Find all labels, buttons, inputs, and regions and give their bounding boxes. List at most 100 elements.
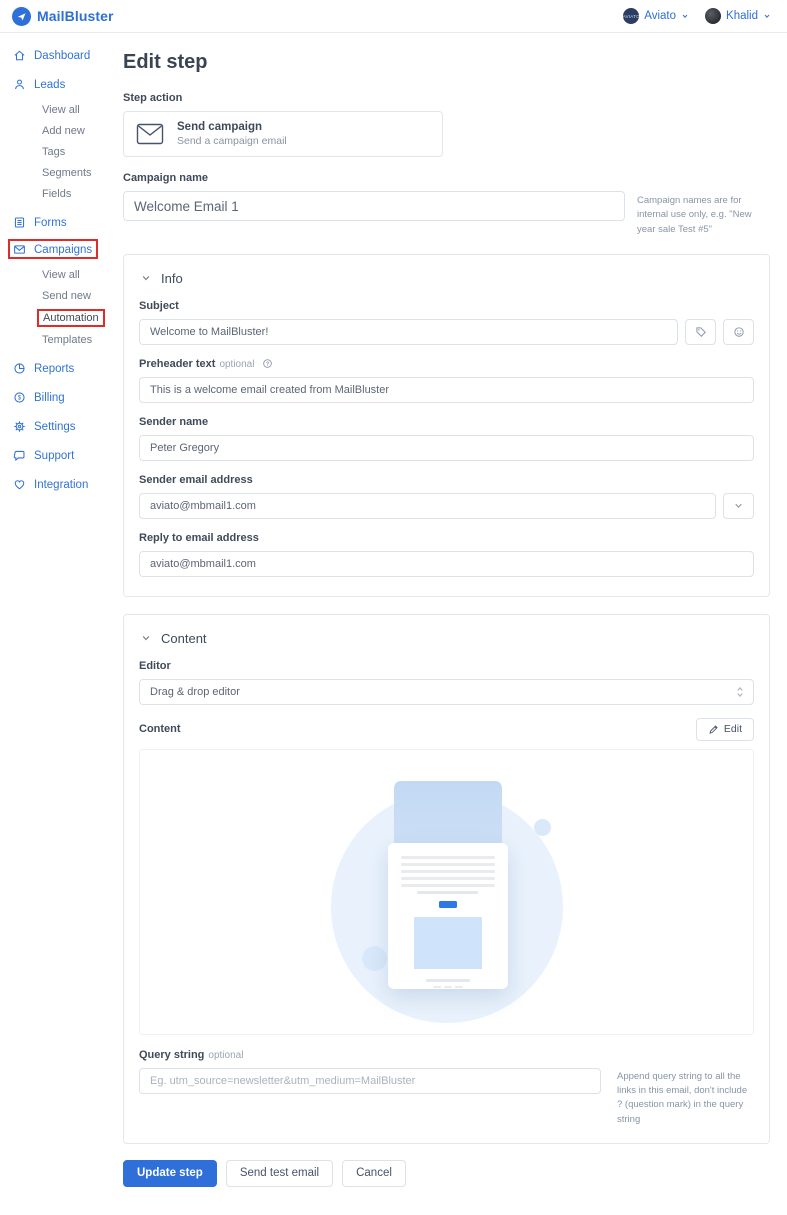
editor-selected-value: Drag & drop editor	[150, 686, 240, 698]
brand-logo[interactable]: MailBluster	[12, 7, 114, 26]
subject-label: Subject	[139, 300, 754, 312]
editor-label: Editor	[139, 660, 754, 672]
reply-to-label: Reply to email address	[139, 532, 754, 544]
envelope-icon	[13, 243, 26, 256]
home-icon	[13, 49, 26, 62]
sidebar-item-campaigns-send-new[interactable]: Send new	[42, 290, 123, 302]
smiley-icon	[733, 326, 745, 338]
header-menus: AVIATO Aviato Khalid	[623, 8, 771, 24]
merge-tag-button[interactable]	[685, 319, 716, 345]
step-action-label: Step action	[123, 92, 770, 104]
email-illustration	[307, 761, 587, 1023]
campaign-name-label: Campaign name	[123, 172, 770, 184]
send-test-email-button[interactable]: Send test email	[226, 1160, 333, 1187]
account-name: Aviato	[644, 10, 676, 22]
info-panel: Info Subject Preheader textoptional ?	[123, 254, 770, 597]
brand-name: MailBluster	[37, 8, 114, 24]
step-card-title: Send campaign	[177, 121, 287, 133]
sidebar-item-campaigns-automation[interactable]: Automation	[43, 312, 99, 324]
preheader-input[interactable]	[139, 377, 754, 403]
sidebar-item-leads[interactable]: Leads	[13, 78, 123, 91]
svg-text:$: $	[18, 395, 22, 402]
mailbluster-logo-icon	[12, 7, 31, 26]
sidebar-item-forms[interactable]: Forms	[13, 216, 123, 229]
dollar-icon: $	[13, 391, 26, 404]
illustration-dot	[534, 819, 551, 836]
sidebar-item-billing[interactable]: $ Billing	[13, 391, 123, 404]
illustration-email-card	[388, 843, 508, 989]
annotation-box-campaigns: Campaigns	[8, 239, 98, 259]
campaign-name-input[interactable]	[123, 191, 625, 221]
illustration-dot	[362, 946, 387, 971]
heart-icon	[13, 478, 26, 491]
illustration-button	[439, 901, 457, 908]
update-step-button[interactable]: Update step	[123, 1160, 217, 1187]
preheader-optional-tag: optional	[219, 359, 254, 370]
sidebar-item-leads-view-all[interactable]: View all	[42, 104, 123, 116]
reply-to-input[interactable]	[139, 551, 754, 577]
sidebar-nav: Dashboard Leads View all Add new Tags Se…	[0, 33, 123, 524]
content-label: Content	[139, 723, 181, 735]
envelope-icon	[136, 123, 164, 145]
content-preview	[139, 749, 754, 1035]
step-card-subtitle: Send a campaign email	[177, 135, 287, 147]
form-icon	[13, 216, 26, 229]
content-section-toggle[interactable]: Content	[141, 631, 754, 646]
pie-chart-icon	[13, 362, 26, 375]
sidebar-item-campaigns[interactable]: Campaigns	[13, 243, 92, 256]
content-panel: Content Editor Drag & drop editor Conten…	[123, 614, 770, 1144]
sidebar-item-campaigns-templates[interactable]: Templates	[42, 334, 123, 346]
chevron-down-icon	[141, 273, 151, 283]
cancel-button[interactable]: Cancel	[342, 1160, 406, 1187]
sidebar-item-leads-add-new[interactable]: Add new	[42, 125, 123, 137]
top-header: MailBluster AVIATO Aviato Khalid	[0, 0, 787, 33]
sidebar-item-leads-fields[interactable]: Fields	[42, 188, 123, 200]
pencil-icon	[708, 724, 719, 735]
select-arrows-icon	[736, 686, 744, 698]
campaign-name-hint: Campaign names are for internal use only…	[637, 191, 770, 237]
content-section-title: Content	[161, 631, 207, 646]
subject-input[interactable]	[139, 319, 678, 345]
sender-email-input[interactable]	[139, 493, 716, 519]
chevron-down-icon	[681, 12, 689, 20]
sidebar-item-dashboard[interactable]: Dashboard	[13, 49, 123, 62]
user-name: Khalid	[726, 10, 758, 22]
chevron-down-icon	[763, 12, 771, 20]
sidebar-item-reports[interactable]: Reports	[13, 362, 123, 375]
query-string-hint: Append query string to all the links in …	[617, 1068, 754, 1127]
sender-name-input[interactable]	[139, 435, 754, 461]
sidebar-item-support[interactable]: Support	[13, 449, 123, 462]
account-dropdown[interactable]: AVIATO Aviato	[623, 8, 689, 24]
main-content: Edit step Step action Send campaign Send…	[123, 33, 787, 1215]
sidebar-item-campaigns-view-all[interactable]: View all	[42, 269, 123, 281]
sender-name-label: Sender name	[139, 416, 754, 428]
query-string-label: Query stringoptional	[139, 1049, 754, 1061]
query-string-input[interactable]	[139, 1068, 601, 1094]
sidebar-item-integration[interactable]: Integration	[13, 478, 123, 491]
person-icon	[13, 78, 26, 91]
sidebar-item-settings[interactable]: Settings	[13, 420, 123, 433]
step-action-card[interactable]: Send campaign Send a campaign email	[123, 111, 443, 157]
info-section-title: Info	[161, 271, 183, 286]
sidebar-item-leads-tags[interactable]: Tags	[42, 146, 123, 158]
page-title: Edit step	[123, 51, 770, 74]
editor-select[interactable]: Drag & drop editor	[139, 679, 754, 705]
tag-icon	[695, 326, 707, 338]
preheader-label: Preheader textoptional ?	[139, 358, 754, 370]
sidebar-item-leads-segments[interactable]: Segments	[42, 167, 123, 179]
edit-content-button[interactable]: Edit	[696, 718, 754, 741]
sender-email-label: Sender email address	[139, 474, 754, 486]
illustration-image-block	[414, 917, 482, 969]
info-section-toggle[interactable]: Info	[141, 271, 754, 286]
gear-icon	[13, 420, 26, 433]
emoji-picker-button[interactable]	[723, 319, 754, 345]
annotation-box-automation: Automation	[37, 309, 105, 327]
chevron-down-icon	[141, 633, 151, 643]
sender-email-dropdown-button[interactable]	[723, 493, 754, 519]
account-avatar: AVIATO	[623, 8, 639, 24]
help-question-icon[interactable]: ?	[262, 358, 273, 369]
query-optional-tag: optional	[208, 1050, 243, 1061]
user-dropdown[interactable]: Khalid	[705, 8, 771, 24]
user-avatar	[705, 8, 721, 24]
chat-icon	[13, 449, 26, 462]
